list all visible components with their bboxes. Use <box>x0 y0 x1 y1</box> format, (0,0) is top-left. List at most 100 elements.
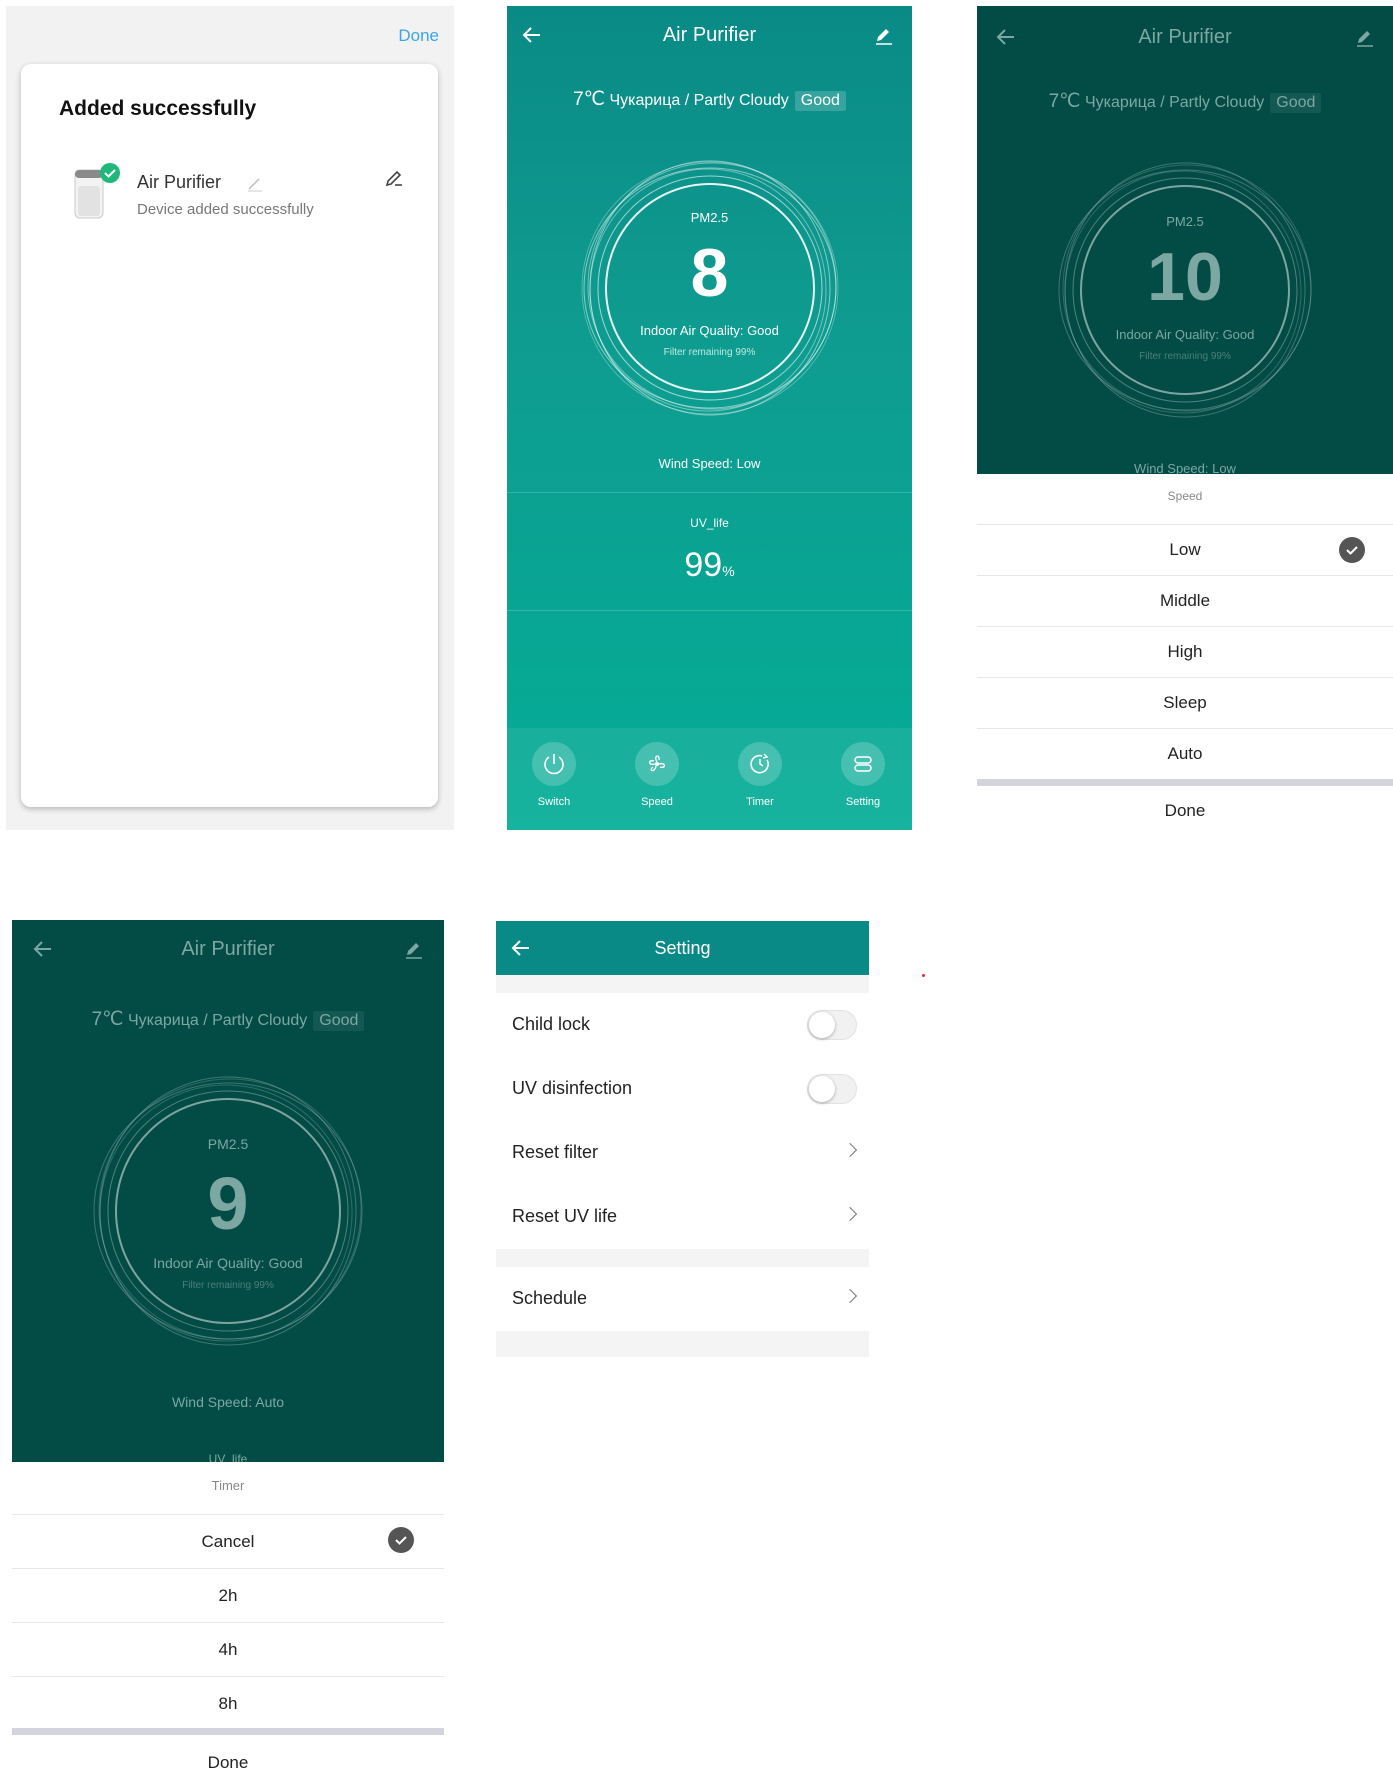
sheet-divider <box>977 779 1393 786</box>
row-label: Reset UV life <box>512 1206 618 1226</box>
row-reset-filter[interactable]: Reset filter <box>496 1121 869 1185</box>
device-status: Device added successfully <box>137 201 314 218</box>
edit-icon[interactable] <box>383 168 405 190</box>
wind-speed: Wind Speed: Low <box>658 456 761 471</box>
speed-option-low[interactable]: Low <box>977 524 1393 575</box>
option-label: 2h <box>218 1586 238 1605</box>
row-label: Child lock <box>512 1014 591 1034</box>
speed-option-middle[interactable]: Middle <box>977 575 1393 626</box>
tab-timer[interactable]: Timer <box>720 796 800 808</box>
pm-value: 9 <box>207 1162 249 1245</box>
page-title: Air Purifier <box>1138 26 1232 48</box>
indoor-quality: Indoor Air Quality: Good <box>1115 327 1255 342</box>
uv-disinfection-toggle[interactable] <box>807 1074 857 1104</box>
tab-speed[interactable]: Speed <box>617 796 697 808</box>
uv-life-unit: % <box>722 563 735 579</box>
row-label: Schedule <box>512 1288 588 1308</box>
option-label: 8h <box>218 1694 238 1713</box>
switch-button[interactable] <box>532 742 576 786</box>
tab-setting[interactable]: Setting <box>823 796 903 808</box>
option-label: Sleep <box>1163 693 1207 712</box>
wind-speed: Wind Speed: Auto <box>171 1394 285 1410</box>
filter-remaining: Filter remaining 99% <box>182 1280 274 1291</box>
row-schedule[interactable]: Schedule <box>496 1267 869 1331</box>
timer-option-8h[interactable]: 8h <box>12 1676 444 1730</box>
done-button[interactable]: Done <box>977 786 1393 830</box>
speed-option-high[interactable]: High <box>977 626 1393 677</box>
chevron-right-icon <box>842 1206 858 1222</box>
location: Чукарица / Partly Cloudy <box>609 92 789 109</box>
edit-icon <box>404 940 424 960</box>
tab-switch[interactable]: Switch <box>514 796 594 808</box>
timer-button[interactable] <box>738 742 782 786</box>
speed-option-auto[interactable]: Auto <box>977 728 1393 779</box>
pm-label: PM2.5 <box>1166 214 1204 229</box>
filter-remaining: Filter remaining 99% <box>663 347 756 358</box>
uv-life-value: 99% <box>507 546 912 585</box>
screen-setting: Setting Child lock UV disinfection Reset… <box>496 921 869 1357</box>
air-quality-badge: Good <box>313 1011 365 1031</box>
location: Чукарица / Partly Cloudy <box>1084 94 1265 111</box>
result-card: Added successfully Air Purifier Device a… <box>21 64 438 807</box>
option-label: High <box>1167 642 1203 661</box>
air-quality-badge: Good <box>794 91 846 111</box>
uv-life-number: 99 <box>684 546 723 584</box>
temperature: 7℃ <box>573 89 605 110</box>
pm-value: 10 <box>1147 239 1223 315</box>
edit-icon[interactable] <box>874 26 894 46</box>
rename-pencil-icon[interactable] <box>246 174 264 192</box>
row-label: Reset filter <box>512 1142 599 1162</box>
option-label: Cancel <box>201 1532 255 1551</box>
row-reset-uv-life[interactable]: Reset UV life <box>496 1185 869 1249</box>
timer-option-2h[interactable]: 2h <box>12 1568 444 1622</box>
sheet-title: Speed <box>977 474 1393 530</box>
dimmed-background: Air Purifier 7℃ Чукарица / Partly Cloudy… <box>977 6 1393 476</box>
page-title: Setting <box>654 938 711 958</box>
air-quality-badge: Good <box>1270 93 1322 113</box>
chevron-right-icon <box>842 1142 858 1158</box>
page-title: Added successfully <box>59 97 257 120</box>
child-lock-toggle[interactable] <box>807 1010 857 1040</box>
option-label: 4h <box>218 1640 238 1659</box>
indoor-quality: Indoor Air Quality: Good <box>640 323 779 338</box>
option-label: Low <box>1169 540 1201 559</box>
row-child-lock: Child lock <box>496 993 869 1057</box>
screen-main: Air Purifier 7℃ Чукарица / Partly Cloudy… <box>507 6 912 830</box>
edit-icon <box>1355 28 1375 48</box>
option-label: Auto <box>1167 744 1203 763</box>
speed-button[interactable] <box>635 742 679 786</box>
screen-added-successfully: Done Added successfully Air Purifier Dev… <box>6 6 454 830</box>
page-title: Air Purifier <box>662 24 757 46</box>
done-button[interactable]: Done <box>12 1735 444 1786</box>
selected-check-icon <box>1339 537 1365 563</box>
power-icon <box>544 754 564 775</box>
filter-remaining: Filter remaining 99% <box>1139 351 1231 362</box>
page-title: Air Purifier <box>181 938 275 960</box>
timer-option-cancel[interactable]: Cancel <box>12 1514 444 1568</box>
option-label: Middle <box>1159 591 1211 610</box>
timer-option-4h[interactable]: 4h <box>12 1622 444 1676</box>
temperature: 7℃ <box>1048 91 1081 112</box>
sheet-divider <box>12 1728 444 1735</box>
success-check-icon <box>99 162 121 184</box>
dimmed-background: Air Purifier 7℃ Чукарица / Partly Cloudy… <box>12 920 444 1466</box>
row-uv-disinfection: UV disinfection <box>496 1057 869 1121</box>
speed-option-sleep[interactable]: Sleep <box>977 677 1393 728</box>
pm-value: 8 <box>690 235 729 311</box>
setting-button[interactable] <box>841 742 885 786</box>
uv-life-label: UV_life <box>690 516 729 530</box>
fan-icon <box>648 755 666 772</box>
pm-label: PM2.5 <box>690 210 729 225</box>
bottom-toolbar: Switch Speed Timer Setting <box>507 728 912 830</box>
row-label: UV disinfection <box>512 1078 633 1098</box>
device-name: Air Purifier <box>137 172 222 192</box>
screen-timer-picker: Air Purifier 7℃ Чукарица / Partly Cloudy… <box>12 920 444 1786</box>
indoor-quality: Indoor Air Quality: Good <box>153 1255 303 1271</box>
stray-dot <box>922 974 925 977</box>
weather-line: 7℃ Чукарица / Partly Cloudy Good <box>977 90 1393 113</box>
pm-label: PM2.5 <box>207 1136 249 1152</box>
done-button[interactable]: Done <box>398 26 439 46</box>
header-bar: Setting <box>496 921 869 975</box>
weather-line: 7℃ Чукарица / Partly Cloudy Good <box>507 88 912 111</box>
sheet-title: Timer <box>12 1462 444 1518</box>
